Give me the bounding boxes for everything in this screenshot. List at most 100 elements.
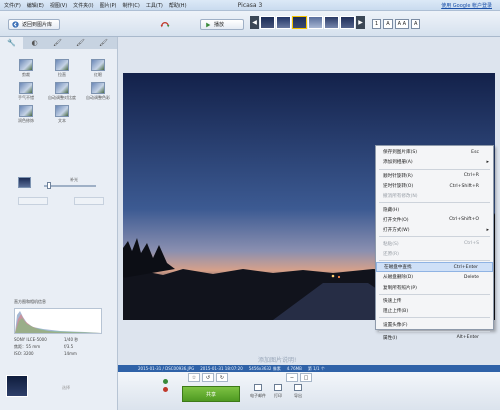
export-label: 导出 [294, 393, 302, 398]
context-menu-item[interactable]: 阻止上传(B) [376, 306, 493, 316]
redeye-button[interactable]: 红眼 [82, 59, 114, 78]
effects2-tab[interactable]: 🖌 [69, 37, 92, 49]
fill-light-icon [18, 177, 31, 188]
zoom-fit-icon[interactable]: □ [300, 373, 312, 382]
print-button[interactable]: 打印 [274, 384, 282, 399]
exif-iso: ISO: 3200 [14, 351, 34, 356]
view-button-2[interactable]: A [383, 19, 393, 29]
context-menu-item[interactable]: 在磁盘中查找 Ctrl+Enter [376, 261, 493, 273]
context-menu-item[interactable]: 设置头像(F) [376, 319, 493, 329]
play-slideshow-button[interactable]: 播放 [200, 19, 244, 30]
context-menu-item-label: 快速上传 [383, 299, 402, 304]
context-menu-item[interactable]: 保存到图片库(S) Esc [376, 147, 493, 157]
histogram-graph [15, 311, 101, 333]
rotate-right-icon[interactable]: ↻ [216, 373, 228, 382]
text-label: 文本 [58, 118, 66, 123]
context-menu-item-label: 复制所有照片(P) [383, 285, 417, 291]
context-menu-item[interactable]: 打开文件(O) Ctrl+Shift+O [376, 215, 493, 225]
context-menu-shortcut: Ctrl+R [463, 173, 479, 179]
back-to-library-button[interactable]: 返回到图片库 [8, 19, 60, 30]
context-menu-item[interactable]: 添加到相册(A) ▸ [376, 157, 493, 167]
filmstrip-thumb[interactable] [260, 16, 275, 29]
tray-label: 选择 [62, 385, 70, 390]
star-icon[interactable]: ☆ [188, 373, 200, 382]
filmstrip: ◀ ▶ [250, 16, 365, 29]
filmstrip-thumb-selected[interactable] [292, 16, 307, 29]
exif-focal: 焦距：55 mm [14, 344, 41, 349]
tray-thumbnail[interactable] [6, 375, 28, 397]
view-button-1[interactable]: 1 [372, 19, 382, 29]
text-button[interactable]: 文本 [46, 105, 78, 124]
basic-fixes-tab[interactable]: 🔧 [0, 37, 23, 49]
context-menu-item[interactable]: 从磁盘删除(D) Delete [376, 272, 493, 282]
redo-button[interactable] [74, 197, 104, 205]
straighten-button[interactable]: 拉直 [46, 59, 78, 78]
context-menu-item-label: 设置头像(F) [383, 322, 408, 328]
context-menu-shortcut: Alt+Enter [456, 335, 479, 341]
camera-info: SONY ILCE-5000 1/40 秒 焦距：55 mm f/3.5 ISO… [14, 337, 106, 356]
feeling-lucky-button[interactable]: 手气不错 [10, 82, 42, 101]
exif-camera: SONY ILCE-5000 [14, 337, 47, 342]
fill-light-slider[interactable] [44, 185, 96, 187]
rotate-left-icon[interactable]: ↺ [202, 373, 214, 382]
context-menu-item-label: 属性(I) [383, 335, 398, 341]
clear-dot-icon[interactable] [163, 387, 168, 392]
context-menu-shortcut: Ctrl+S [464, 241, 479, 247]
context-menu-item[interactable]: 复制所有照片(P) [376, 283, 493, 293]
histogram-chart [14, 308, 102, 334]
auto-contrast-button[interactable]: 自动调整对比度 [46, 82, 78, 101]
straighten-icon [55, 59, 69, 71]
share-button[interactable]: 共享 [182, 386, 240, 402]
photo-caption[interactable]: 添加图片说明! [258, 355, 296, 364]
status-filesize: 4.76MB [286, 366, 302, 371]
effects-tab[interactable]: 🖌 [46, 37, 69, 49]
context-menu-item[interactable]: 顺时针旋转(R) Ctrl+R [376, 171, 493, 181]
filmstrip-thumb[interactable] [340, 16, 355, 29]
crop-button[interactable]: 剪裁 [10, 59, 42, 78]
exif-lens: 14mm [64, 351, 77, 356]
context-menu-shortcut: Ctrl+Shift+O [449, 217, 479, 223]
email-button[interactable]: 电子邮件 [250, 384, 266, 399]
menu-separator [379, 202, 490, 204]
auto-color-icon [91, 82, 105, 94]
context-menu-item: 粘贴(S) Ctrl+S [376, 238, 493, 248]
fill-light-control: 补光 [18, 177, 98, 191]
status-dimensions: 5456x3632 像素 [248, 365, 281, 371]
context-menu-item[interactable]: 快速上传 [376, 296, 493, 306]
fill-light-label: 补光 [70, 177, 78, 182]
context-menu-item: 撤消所有修改(N) [376, 191, 493, 201]
filmstrip-thumb[interactable] [308, 16, 323, 29]
filmstrip-thumb[interactable] [276, 16, 291, 29]
signin-link[interactable]: 使用 Google 帐户登录 [441, 2, 492, 9]
fill-light-slider-thumb[interactable] [46, 182, 51, 189]
tuning-tab[interactable]: ◐ [23, 37, 46, 49]
rotate-undo-icon[interactable] [160, 21, 170, 29]
filmstrip-prev-icon[interactable]: ◀ [250, 16, 259, 29]
menu-separator [379, 236, 490, 238]
email-icon [254, 384, 262, 391]
context-menu-item-label: 撤消所有修改(N) [383, 194, 418, 200]
context-menu-item[interactable]: 隐藏(H) [376, 204, 493, 214]
view-button-4[interactable]: A [411, 19, 421, 29]
filmstrip-thumb[interactable] [324, 16, 339, 29]
exif-aperture: f/3.5 [64, 344, 74, 349]
view-button-3[interactable]: A A [394, 19, 410, 29]
retouch-button[interactable]: 润色修饰 [10, 105, 42, 124]
zoom-out-icon[interactable]: − [286, 373, 298, 382]
tray-controls [163, 379, 168, 392]
print-label: 打印 [274, 393, 282, 398]
email-label: 电子邮件 [250, 393, 266, 398]
auto-color-button[interactable]: 自动调整色彩 [82, 82, 114, 101]
submenu-arrow-icon: ▸ [486, 159, 489, 166]
filmstrip-next-icon[interactable]: ▶ [356, 16, 365, 29]
context-menu-item-label: 添加到相册(A) [383, 160, 413, 166]
exif-shutter: 1/40 秒 [64, 337, 79, 342]
undo-button[interactable] [18, 197, 48, 205]
context-menu-item[interactable]: 属性(I) Alt+Enter [376, 333, 493, 343]
crop-icon [19, 59, 33, 71]
context-menu-item[interactable]: 打开方式(W) ▸ [376, 225, 493, 235]
hold-dot-icon[interactable] [163, 379, 168, 384]
export-button[interactable]: 导出 [294, 384, 302, 399]
context-menu-item[interactable]: 逆时针旋转(O) Ctrl+Shift+R [376, 181, 493, 191]
effects3-tab[interactable]: 🖌 [92, 37, 115, 49]
